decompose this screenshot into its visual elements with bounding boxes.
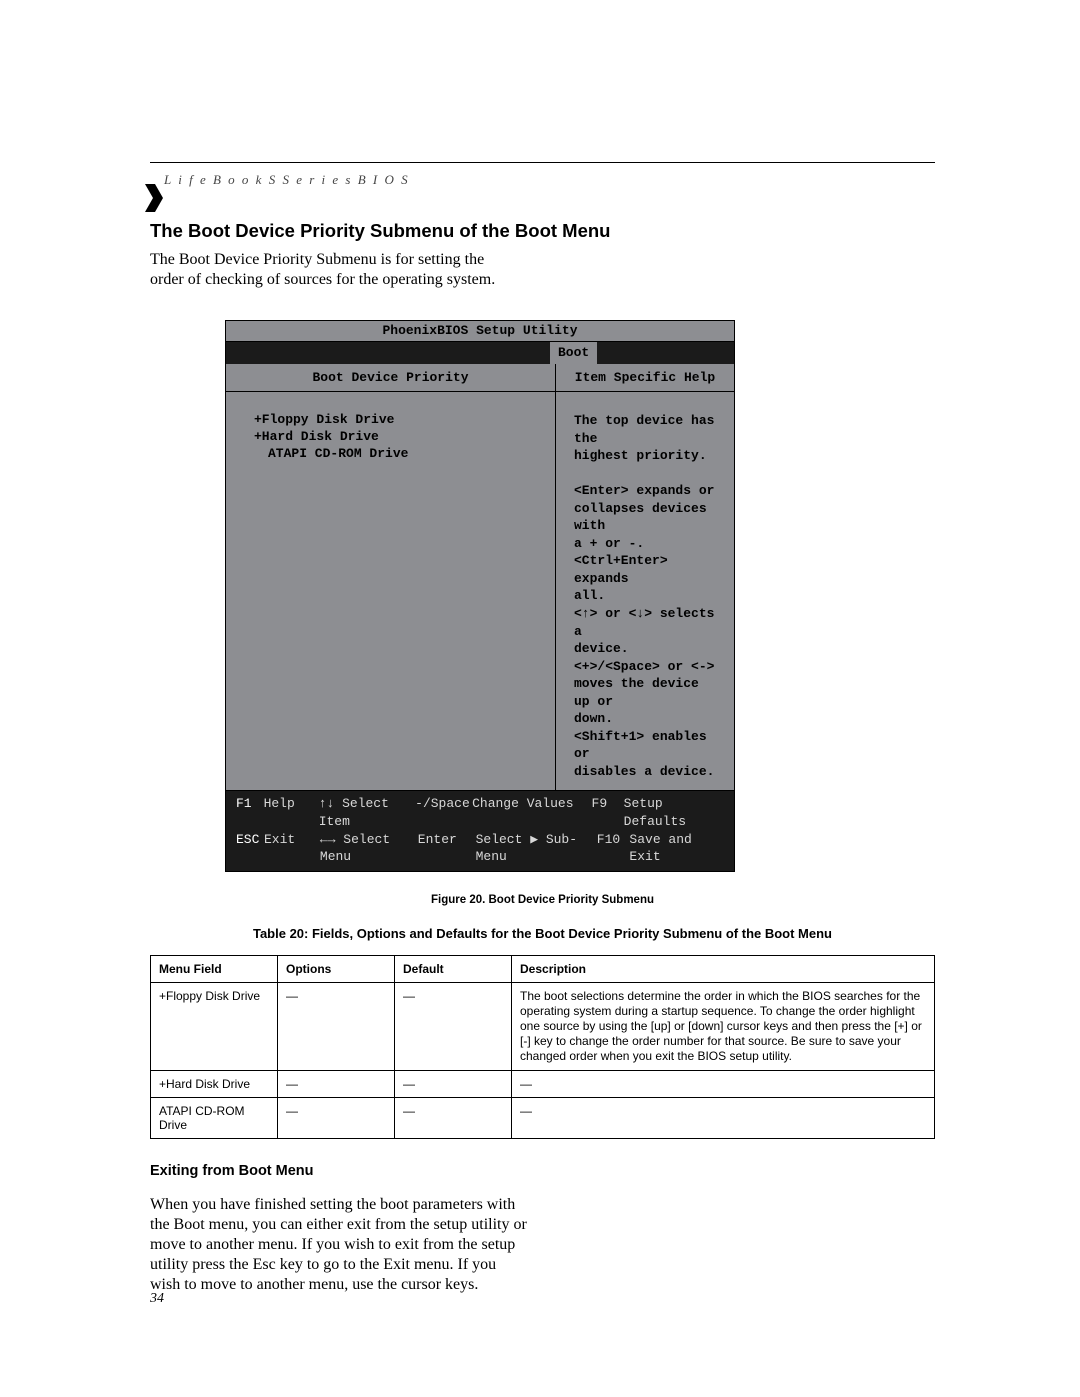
bios-device: +Floppy Disk Drive — [254, 412, 545, 429]
bios-device-list: +Floppy Disk Drive +Hard Disk Drive ATAP… — [226, 392, 555, 473]
fields-table: Menu Field Options Default Description +… — [150, 955, 935, 1139]
header-ornament-icon — [145, 184, 169, 212]
th-default: Default — [395, 955, 512, 982]
bios-panel: PhoenixBIOS Setup Utility Boot Boot Devi… — [225, 320, 735, 872]
intro-paragraph: The Boot Device Priority Submenu is for … — [150, 250, 510, 290]
bios-title: PhoenixBIOS Setup Utility — [225, 320, 735, 342]
page-number: 34 — [150, 1291, 164, 1307]
th-description: Description — [512, 955, 935, 982]
section-title: The Boot Device Priority Submenu of the … — [150, 220, 935, 242]
bios-right-header: Item Specific Help — [556, 364, 734, 392]
exiting-paragraph: When you have finished setting the boot … — [150, 1195, 530, 1295]
header-rule — [150, 162, 935, 163]
exiting-subhead: Exiting from Boot Menu — [150, 1163, 935, 1179]
bios-footer: F1 Help ↑↓ Select Item -/Space Change Va… — [225, 791, 735, 871]
bios-active-tab: Boot — [550, 342, 597, 364]
table-row: +Hard Disk Drive — — — — [151, 1070, 935, 1097]
bios-device: ATAPI CD-ROM Drive — [254, 446, 545, 463]
th-options: Options — [278, 955, 395, 982]
running-header: L i f e B o o k S S e r i e s B I O S — [164, 172, 410, 188]
bios-menubar: Boot — [225, 342, 735, 364]
bios-help-text: The top device has the highest priority.… — [556, 392, 734, 790]
bios-device: +Hard Disk Drive — [254, 429, 545, 446]
table-row: +Floppy Disk Drive — — The boot selectio… — [151, 982, 935, 1070]
th-menu-field: Menu Field — [151, 955, 278, 982]
figure-caption: Figure 20. Boot Device Priority Submenu — [150, 894, 935, 906]
table-caption: Table 20: Fields, Options and Defaults f… — [150, 926, 935, 941]
table-row: ATAPI CD-ROM Drive — — — — [151, 1097, 935, 1138]
bios-left-header: Boot Device Priority — [226, 364, 555, 392]
